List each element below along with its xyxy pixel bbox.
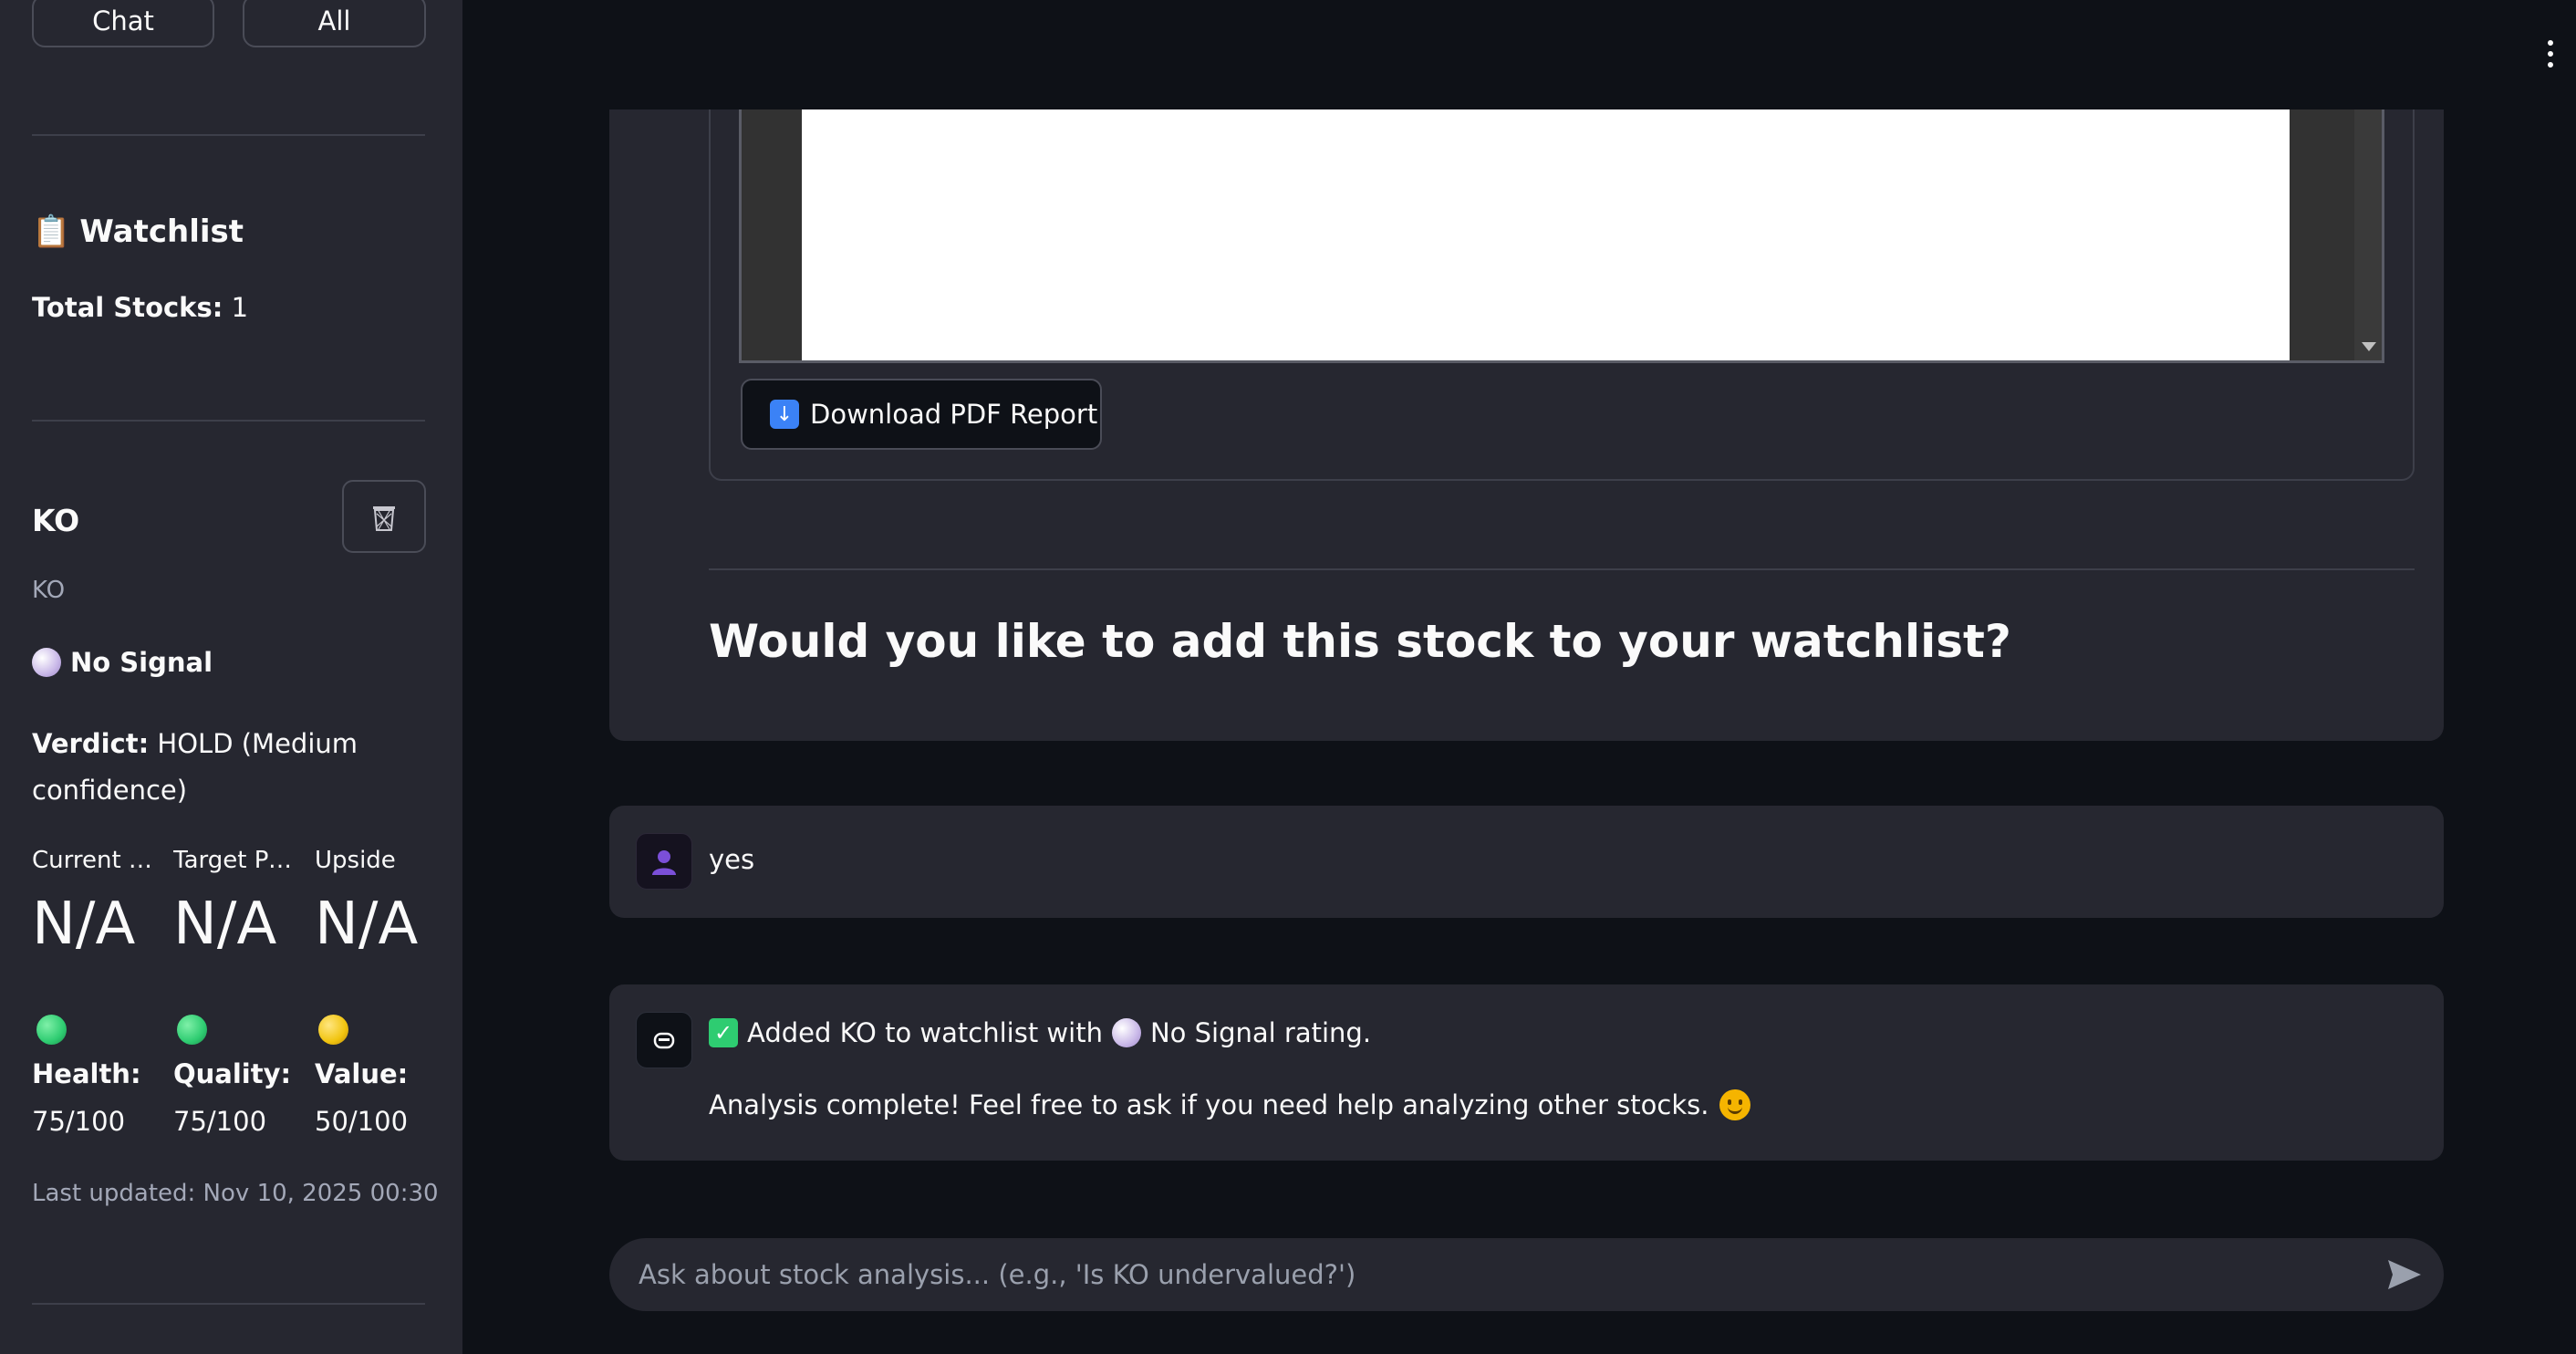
- total-stocks-value: 1: [231, 292, 249, 323]
- metric-label-upside: Upside: [315, 847, 396, 874]
- assistant-line-2: Analysis complete! Feel free to ask if y…: [709, 1089, 1751, 1120]
- quality-status-dot-icon: [177, 1015, 207, 1045]
- assistant-line-1: ✓ Added KO to watchlist with No Signal r…: [709, 1017, 1371, 1048]
- user-avatar: [636, 833, 692, 890]
- send-icon: [2388, 1260, 2421, 1289]
- added-text: Added KO to watchlist with: [747, 1017, 1103, 1048]
- total-stocks-label: Total Stocks:: [32, 292, 223, 323]
- sidebar-divider: [32, 420, 425, 422]
- rating-text: No Signal rating.: [1149, 1017, 1372, 1048]
- quality-label: Quality:: [173, 1058, 292, 1089]
- last-updated: Last updated: Nov 10, 2025 00:30: [32, 1180, 439, 1207]
- more-options-icon[interactable]: [2547, 40, 2554, 68]
- assistant-avatar: [636, 1012, 692, 1068]
- metric-label-current-price: Current Price: [32, 847, 155, 874]
- smile-emoji-icon: [1719, 1089, 1751, 1120]
- clipboard-icon: 📋: [32, 214, 71, 250]
- verdict-label: Verdict:: [32, 728, 150, 759]
- quality-score: 75/100: [173, 1106, 267, 1137]
- watchlist-title: Watchlist: [79, 214, 244, 250]
- signal-dot-icon: [1111, 1018, 1141, 1047]
- sidebar-divider: [32, 1303, 425, 1305]
- value-score: 50/100: [315, 1106, 409, 1137]
- stock-name: KO: [32, 577, 66, 604]
- analysis-complete-text: Analysis complete! Feel free to ask if y…: [709, 1089, 1709, 1120]
- health-label: Health:: [32, 1058, 141, 1089]
- total-stocks: Total Stocks: 1: [32, 292, 248, 323]
- bot-icon: [653, 1032, 675, 1049]
- assistant-message: ✓ Added KO to watchlist with No Signal r…: [609, 984, 2444, 1161]
- assistant-report-message: ↓ Download PDF Report Would you like to …: [609, 0, 2444, 741]
- chat-input[interactable]: [639, 1251, 2326, 1298]
- metric-value-current-price: N/A: [32, 891, 136, 958]
- send-button[interactable]: [2385, 1256, 2424, 1293]
- metric-value-upside: N/A: [315, 891, 419, 958]
- sidebar: Chat All 📋 Watchlist Total Stocks: 1 KO …: [0, 0, 462, 1354]
- download-pdf-button[interactable]: ↓ Download PDF Report: [741, 379, 1102, 450]
- chat-input-container: [609, 1238, 2444, 1311]
- signal-status: No Signal: [32, 647, 213, 678]
- scroll-down-arrow-icon[interactable]: [2362, 342, 2376, 351]
- report-divider: [709, 568, 2415, 570]
- verdict: Verdict: HOLD (Medium confidence): [32, 721, 358, 814]
- user-icon: [652, 850, 676, 875]
- health-status-dot-icon: [36, 1015, 67, 1045]
- value-status-dot-icon: [318, 1015, 348, 1045]
- stock-ticker: KO: [32, 503, 80, 538]
- verdict-line2: confidence): [32, 775, 188, 806]
- signal-dot-icon: [32, 648, 61, 677]
- watchlist-heading: 📋 Watchlist: [32, 214, 244, 250]
- download-arrow-icon: ↓: [770, 400, 799, 429]
- sidebar-divider: [32, 134, 425, 136]
- top-header: [462, 0, 2576, 109]
- download-pdf-label: Download PDF Report: [810, 399, 1098, 430]
- watchlist-question: Would you like to add this stock to your…: [709, 615, 2011, 668]
- user-message: yes: [609, 806, 2444, 918]
- verdict-line1: HOLD (Medium: [157, 728, 358, 759]
- chat-filter-button[interactable]: Chat: [32, 0, 214, 47]
- metric-value-target-price: N/A: [173, 891, 277, 958]
- value-label: Value:: [315, 1058, 409, 1089]
- metric-label-target-price: Target Price: [173, 847, 296, 874]
- signal-label: No Signal: [70, 647, 213, 678]
- health-score: 75/100: [32, 1106, 126, 1137]
- all-filter-button[interactable]: All: [243, 0, 426, 47]
- trash-icon: [373, 506, 395, 531]
- delete-stock-button[interactable]: [342, 480, 426, 553]
- check-icon: ✓: [709, 1018, 738, 1047]
- user-message-text: yes: [709, 844, 755, 875]
